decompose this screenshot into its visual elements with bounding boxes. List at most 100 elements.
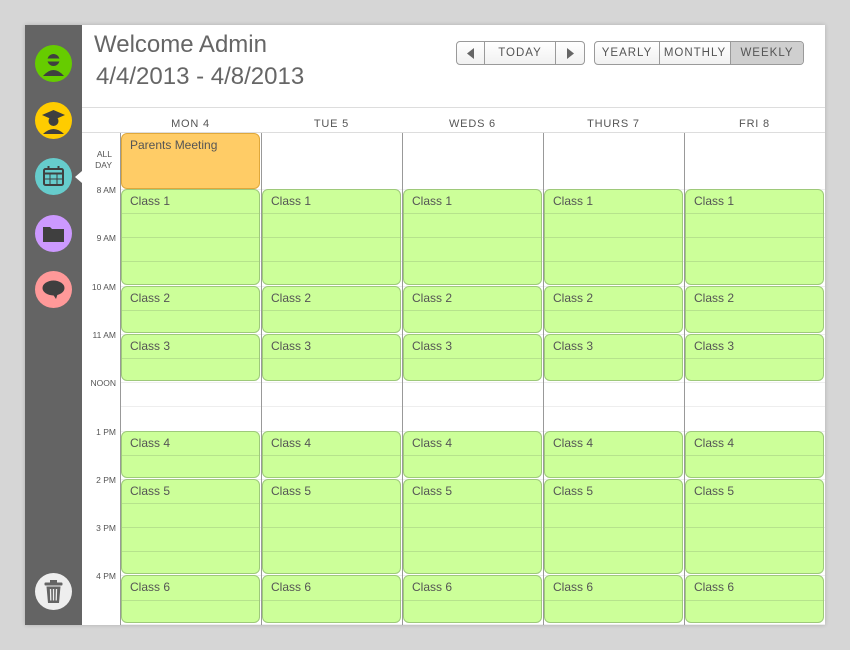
event-grid-line xyxy=(686,502,823,504)
class-event[interactable]: Class 1 xyxy=(544,189,683,285)
event-title: Class 1 xyxy=(553,194,594,208)
event-title: Class 5 xyxy=(553,483,594,498)
event-grid-line xyxy=(404,599,541,601)
event-grid-line xyxy=(404,454,541,456)
event-grid-line xyxy=(686,527,823,529)
event-title: Class 2 xyxy=(271,290,312,305)
class-event[interactable]: Class 6 xyxy=(544,575,683,623)
time-label: 9 AM xyxy=(96,233,116,244)
class-event[interactable]: Class 3 xyxy=(121,333,260,382)
chat-icon[interactable] xyxy=(35,271,72,308)
class-event[interactable]: Class 2 xyxy=(262,285,401,333)
event-title: Class 6 xyxy=(271,580,312,595)
class-event[interactable]: Class 5 xyxy=(685,478,824,575)
graduate-icon[interactable] xyxy=(35,102,72,139)
event-grid-line xyxy=(263,358,400,360)
event-title: Class 1 xyxy=(130,194,171,208)
grid-line xyxy=(120,623,825,625)
class-event[interactable]: Class 1 xyxy=(685,189,824,285)
event-grid-line xyxy=(545,599,682,601)
class-event[interactable]: Class 1 xyxy=(262,189,401,285)
event-grid-line xyxy=(404,551,541,553)
event-grid-line xyxy=(545,454,682,456)
class-event[interactable]: Class 3 xyxy=(403,333,542,382)
event-grid-line xyxy=(686,454,823,456)
class-event[interactable]: Class 5 xyxy=(121,478,260,575)
event-title: Class 5 xyxy=(412,483,453,498)
class-event[interactable]: Class 4 xyxy=(544,430,683,478)
event-title: Class 1 xyxy=(694,194,735,208)
class-event[interactable]: Class 1 xyxy=(403,189,542,285)
day-header: MON 4 xyxy=(171,118,210,130)
day-header: FRI 8 xyxy=(739,118,770,130)
class-event[interactable]: Class 5 xyxy=(544,478,683,575)
time-label: 10 AM xyxy=(91,281,116,292)
day-header: WEDS 6 xyxy=(449,118,496,130)
class-event[interactable]: Class 6 xyxy=(262,575,401,623)
event-title: Class 4 xyxy=(412,435,453,450)
event-grid-line xyxy=(404,213,541,215)
calendar-app: Welcome Admin 4/4/2013 - 4/8/2013 TODAY … xyxy=(25,25,825,625)
calendar-main: Welcome Admin 4/4/2013 - 4/8/2013 TODAY … xyxy=(82,25,825,625)
today-button[interactable]: TODAY xyxy=(485,42,556,64)
class-event[interactable]: Class 3 xyxy=(544,333,683,382)
event-grid-line xyxy=(404,237,541,239)
event-grid-line xyxy=(122,213,259,215)
event-title: Parents Meeting xyxy=(130,138,218,152)
event-title: Class 2 xyxy=(412,290,453,305)
event-grid-line xyxy=(686,261,823,263)
yearly-view-button[interactable]: YEARLY xyxy=(595,42,660,64)
class-event[interactable]: Class 2 xyxy=(121,285,260,333)
event-grid-line xyxy=(404,358,541,360)
event-grid-line xyxy=(263,213,400,215)
class-event[interactable]: Class 2 xyxy=(685,285,824,333)
event-grid-line xyxy=(545,502,682,504)
weekly-view-button[interactable]: WEEKLY xyxy=(731,42,803,64)
folder-icon[interactable] xyxy=(35,215,72,252)
event-grid-line xyxy=(686,358,823,360)
event-title: Class 6 xyxy=(553,580,594,595)
class-event[interactable]: Class 2 xyxy=(544,285,683,333)
event-grid-line xyxy=(263,309,400,311)
class-event[interactable]: Class 5 xyxy=(262,478,401,575)
event-grid-line xyxy=(263,527,400,529)
event-grid-line xyxy=(122,454,259,456)
class-event[interactable]: Class 4 xyxy=(262,430,401,478)
class-event[interactable]: Class 1 xyxy=(121,189,260,285)
class-event[interactable]: Class 6 xyxy=(121,575,260,623)
event-title: Class 1 xyxy=(412,194,453,208)
event-grid-line xyxy=(263,237,400,239)
event-grid-line xyxy=(122,309,259,311)
class-event[interactable]: Class 4 xyxy=(685,430,824,478)
event-title: Class 5 xyxy=(271,483,312,498)
event-title: Class 3 xyxy=(130,338,171,353)
event-title: Class 2 xyxy=(694,290,735,305)
event-grid-line xyxy=(263,261,400,263)
event-title: Class 4 xyxy=(271,435,312,450)
class-event[interactable]: Class 6 xyxy=(403,575,542,623)
class-event[interactable]: Class 5 xyxy=(403,478,542,575)
active-section-marker xyxy=(75,171,82,183)
all-day-event[interactable]: Parents Meeting xyxy=(121,133,260,189)
class-event[interactable]: Class 6 xyxy=(685,575,824,623)
class-event[interactable]: Class 2 xyxy=(403,285,542,333)
event-title: Class 4 xyxy=(130,435,171,450)
monthly-view-button[interactable]: MONTHLY xyxy=(660,42,731,64)
event-grid-line xyxy=(122,237,259,239)
trash-icon[interactable] xyxy=(35,573,72,610)
page-title: Welcome Admin xyxy=(94,31,267,58)
event-grid-line xyxy=(545,261,682,263)
next-week-button[interactable] xyxy=(556,42,584,64)
user-icon[interactable] xyxy=(35,45,72,82)
class-event[interactable]: Class 4 xyxy=(403,430,542,478)
event-title: Class 1 xyxy=(271,194,312,208)
event-grid-line xyxy=(545,213,682,215)
event-title: Class 2 xyxy=(553,290,594,305)
prev-week-button[interactable] xyxy=(457,42,485,64)
class-event[interactable]: Class 4 xyxy=(121,430,260,478)
event-grid-line xyxy=(122,502,259,504)
class-event[interactable]: Class 3 xyxy=(685,333,824,382)
event-title: Class 6 xyxy=(130,580,171,595)
class-event[interactable]: Class 3 xyxy=(262,333,401,382)
calendar-icon[interactable] xyxy=(35,158,72,195)
